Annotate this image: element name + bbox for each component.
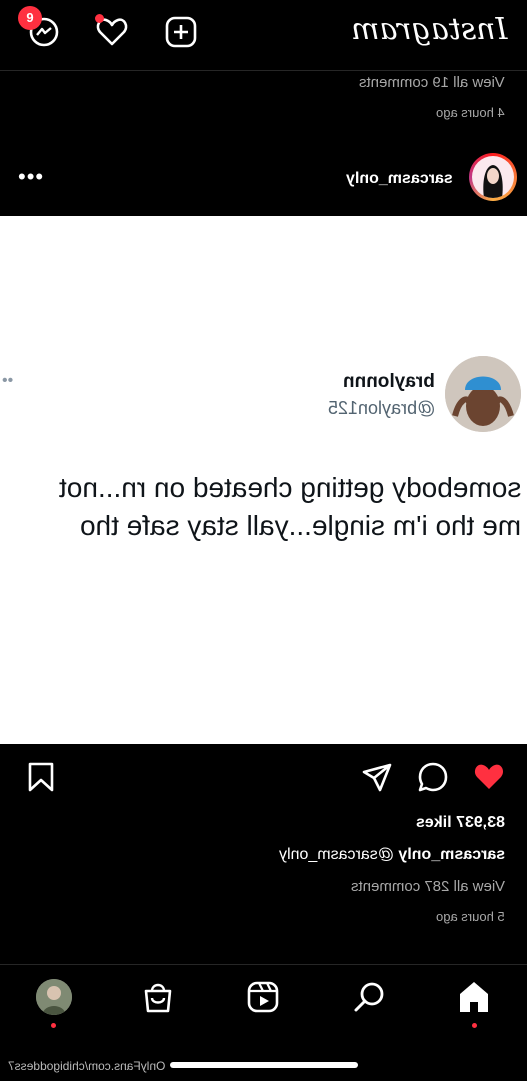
post-image[interactable]: •• braylonnn @braylon125 somebody gettin…: [0, 216, 527, 744]
like-icon[interactable]: [472, 760, 506, 794]
post-header: sarcasm_only •••: [0, 148, 527, 212]
tweet-handle: @braylon125: [327, 398, 435, 418]
caption: sarcasm_only @sarcasm_only: [279, 846, 505, 864]
view-comments[interactable]: View all 287 comments: [351, 878, 505, 895]
home-dot: [472, 1023, 477, 1028]
instagram-logo[interactable]: Instagram: [351, 12, 507, 47]
shop-icon[interactable]: [140, 979, 176, 1015]
tweet-avatar: [445, 356, 521, 432]
comment-icon[interactable]: [416, 760, 450, 794]
divider: [0, 70, 527, 71]
watermark: OnlyFans.com/chibigoddess7: [8, 1059, 166, 1073]
tweet-text-line2: me tho i'm single...yall stay safe tho: [79, 510, 521, 541]
post-actions: [0, 752, 527, 806]
top-bar: 9 Instagram: [0, 0, 527, 68]
messages-badge: 9: [18, 6, 42, 30]
post1-time: 4 hours ago: [436, 105, 505, 120]
save-icon[interactable]: [24, 760, 58, 794]
profile-avatar-icon[interactable]: [36, 979, 72, 1015]
search-icon[interactable]: [352, 979, 388, 1015]
home-indicator: [170, 1062, 358, 1068]
caption-username[interactable]: sarcasm_only: [398, 846, 505, 863]
post-time: 5 hours ago: [436, 909, 505, 924]
reels-icon[interactable]: [245, 979, 281, 1015]
home-icon[interactable]: [456, 979, 492, 1015]
tweet-more-icon: ••: [2, 372, 14, 389]
profile-dot: [51, 1023, 56, 1028]
avatar[interactable]: [469, 153, 517, 201]
tweet-name: braylonnn: [343, 371, 435, 392]
new-post-icon[interactable]: [163, 14, 199, 50]
activity-dot: [95, 14, 104, 23]
likes-count[interactable]: 83,937 likes: [416, 814, 505, 832]
caption-text[interactable]: @sarcasm_only: [279, 846, 394, 863]
share-icon[interactable]: [360, 760, 394, 794]
more-options-icon[interactable]: •••: [18, 164, 44, 190]
post1-view-comments[interactable]: View all 19 comments: [359, 74, 505, 91]
tweet-text-line1: somebody getting cheated on rn...not: [58, 472, 521, 503]
post-username[interactable]: sarcasm_only: [346, 170, 453, 188]
